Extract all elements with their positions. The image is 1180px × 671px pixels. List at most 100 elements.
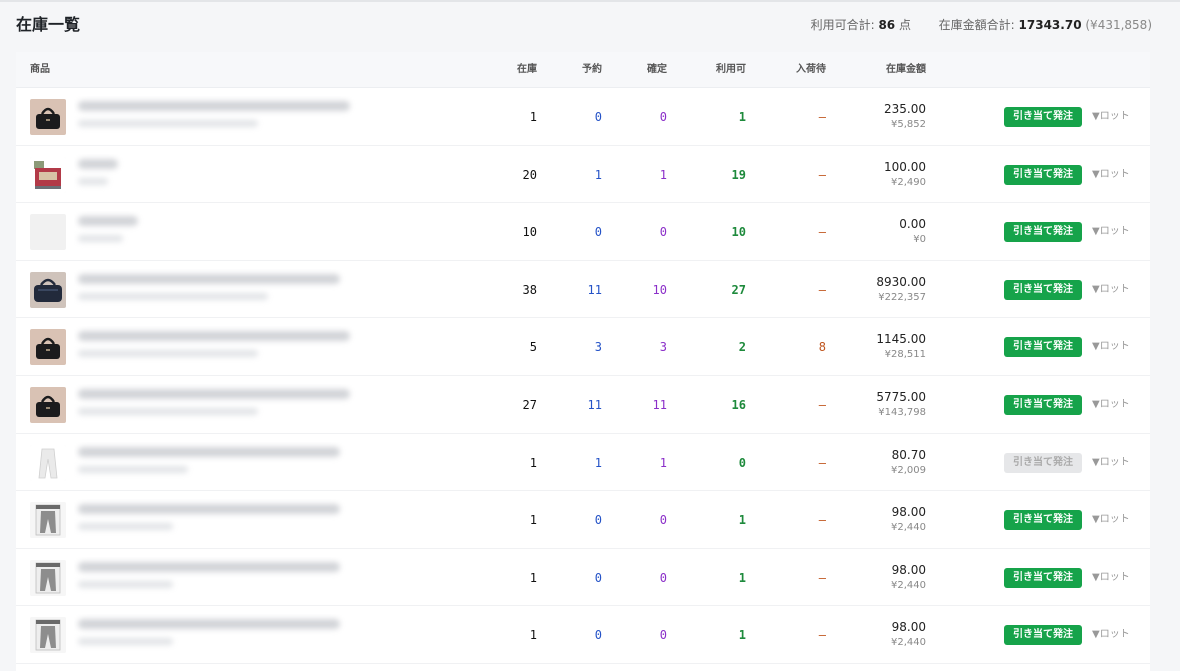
available-count: 16 — [731, 398, 746, 412]
incoming-count: – — [818, 110, 826, 124]
allocate-order-button[interactable]: 引き当て発注 — [1004, 567, 1082, 588]
confirmed-count: 1 — [659, 167, 667, 182]
available-count: 1 — [738, 513, 746, 528]
product-thumbnail[interactable] — [30, 387, 66, 423]
lot-toggle[interactable]: ▼ロット — [1092, 339, 1142, 355]
product-thumbnail[interactable] — [30, 329, 66, 366]
available-count: 0 — [738, 455, 746, 470]
allocate-order-button[interactable]: 引き当て発注 — [1004, 510, 1082, 531]
product-name-redacted[interactable] — [74, 614, 464, 656]
available-total-unit: 点 — [898, 18, 911, 32]
reserved-count: 11 — [587, 282, 602, 297]
lot-toggle[interactable]: ▼ロット — [1092, 570, 1142, 586]
incoming-count: – — [818, 628, 826, 643]
allocate-order-button[interactable]: 引き当て発注 — [1004, 625, 1082, 646]
allocate-order-button[interactable]: 引き当て発注 — [1004, 164, 1082, 185]
product-thumbnail[interactable] — [30, 99, 66, 135]
stock-amount-jpy: ¥2,440 — [891, 637, 926, 649]
product-name-redacted[interactable] — [74, 442, 464, 484]
confirmed-count: 0 — [659, 628, 667, 643]
product-name-redacted[interactable] — [74, 384, 464, 426]
confirmed-count: 0 — [659, 513, 667, 528]
allocate-order-button[interactable]: 引き当て発注 — [1004, 279, 1082, 300]
lot-toggle[interactable]: ▼ロット — [1092, 282, 1142, 298]
product-thumbnail[interactable] — [30, 156, 66, 193]
table-row: 1 1 1 0 – 80.70 ¥2,009 引き当て発注 ▼ロット — [16, 434, 1150, 492]
table-row: 27 11 11 16 – 5775.00 ¥143,798 引き当て発注 ▼ロット — [16, 376, 1150, 434]
stock-count: 20 — [522, 167, 537, 182]
inventory-table: 商品 在庫 予約 確定 利用可 入荷待 在庫金額 1 0 0 1–235.00 ¥5,8… — [16, 52, 1150, 671]
stock-amount-usd: 98.00 — [891, 620, 926, 635]
product-name-redacted[interactable] — [74, 96, 464, 138]
available-count: 1 — [738, 110, 746, 124]
page-header: 在庫一覧 利用可合計: 86 点 在庫金額合計: 17343.70 (¥431,… — [16, 12, 1152, 40]
allocate-order-button[interactable]: 引き当て発注 — [1004, 222, 1082, 243]
confirmed-count: 10 — [652, 282, 667, 297]
stock-count: 1 — [529, 570, 537, 585]
incoming-count: – — [818, 282, 826, 297]
lot-toggle[interactable]: ▼ロット — [1092, 512, 1142, 528]
product-name-redacted[interactable] — [74, 211, 464, 253]
table-header: 商品 在庫 予約 確定 利用可 入荷待 在庫金額 — [16, 52, 1150, 88]
amount-total-label: 在庫金額合計: — [938, 18, 1015, 32]
product-thumbnail[interactable] — [30, 214, 66, 251]
stock-amount-jpy: ¥0 — [913, 234, 926, 246]
available-count: 27 — [731, 282, 746, 297]
available-count: 1 — [738, 628, 746, 643]
stock-count: 10 — [522, 225, 537, 240]
product-thumbnail[interactable] — [30, 559, 66, 596]
table-row: 1 0 0 1 – 98.00 ¥2,440 引き当て発注 ▼ロット — [16, 606, 1150, 664]
top-border — [0, 0, 1180, 2]
allocate-order-button[interactable]: 引き当て発注 — [1004, 337, 1082, 358]
product-thumbnail[interactable] — [30, 502, 66, 539]
stock-amount-jpy: ¥5,852 — [891, 119, 926, 130]
column-available: 利用可 — [716, 64, 746, 75]
stock-amount-jpy: ¥222,357 — [878, 291, 926, 303]
product-thumbnail[interactable] — [30, 617, 66, 654]
stock-amount-usd: 5775.00 — [876, 390, 926, 404]
product-name-redacted[interactable] — [74, 154, 464, 196]
lot-toggle[interactable]: ▼ロット — [1092, 397, 1142, 413]
lot-toggle[interactable]: ▼ロット — [1092, 109, 1142, 125]
stock-count: 1 — [529, 455, 537, 470]
product-thumbnail[interactable] — [30, 444, 66, 481]
column-stock: 在庫 — [517, 64, 537, 75]
table-row: 1 0 0 1 – 98.00 ¥2,440 引き当て発注 ▼ロット — [16, 491, 1150, 549]
incoming-count: – — [818, 513, 826, 528]
product-name-redacted[interactable] — [74, 326, 464, 368]
reserved-count: 0 — [594, 225, 602, 240]
confirmed-count: 1 — [659, 455, 667, 470]
stock-count: 1 — [529, 110, 537, 124]
product-name-redacted[interactable] — [74, 269, 464, 311]
table-row: 20 1 1 19 – 100.00 ¥2,490 引き当て発注 ▼ロット — [16, 146, 1150, 204]
incoming-count: – — [818, 398, 826, 412]
amount-total-jpy: (¥431,858) — [1085, 18, 1152, 32]
lot-toggle[interactable]: ▼ロット — [1092, 627, 1142, 643]
stock-amount-usd: 0.00 — [899, 217, 926, 232]
allocate-order-button[interactable]: 引き当て発注 — [1004, 452, 1082, 473]
stock-amount-usd: 98.00 — [891, 562, 926, 577]
stock-count: 38 — [522, 282, 537, 297]
product-thumbnail[interactable] — [30, 271, 66, 308]
available-count: 1 — [738, 570, 746, 585]
stock-amount-usd: 80.70 — [891, 447, 926, 462]
stock-count: 1 — [529, 513, 537, 528]
stock-amount-jpy: ¥2,440 — [891, 579, 926, 591]
reserved-count: 0 — [594, 570, 602, 585]
confirmed-count: 3 — [659, 340, 667, 355]
column-amount: 在庫金額 — [886, 64, 926, 75]
product-name-redacted[interactable] — [74, 557, 464, 599]
table-row: 5 3 3 2 8 1145.00 ¥28,511 引き当て発注 ▼ロット — [16, 318, 1150, 376]
stock-amount-jpy: ¥2,009 — [891, 464, 926, 476]
amount-total-value: 17343.70 — [1018, 18, 1082, 32]
column-incoming: 入荷待 — [796, 64, 826, 75]
lot-toggle[interactable]: ▼ロット — [1092, 224, 1142, 240]
stock-amount-jpy: ¥2,490 — [891, 176, 926, 188]
allocate-order-button[interactable]: 引き当て発注 — [1004, 107, 1082, 127]
reserved-count: 3 — [594, 340, 602, 355]
table-row: 1 0 0 1 – 235.00 ¥5,852 引き当て発注 ▼ロット — [16, 88, 1150, 146]
lot-toggle[interactable]: ▼ロット — [1092, 455, 1142, 471]
product-name-redacted[interactable] — [74, 499, 464, 541]
allocate-order-button[interactable]: 引き当て発注 — [1004, 395, 1082, 415]
lot-toggle[interactable]: ▼ロット — [1092, 167, 1142, 183]
